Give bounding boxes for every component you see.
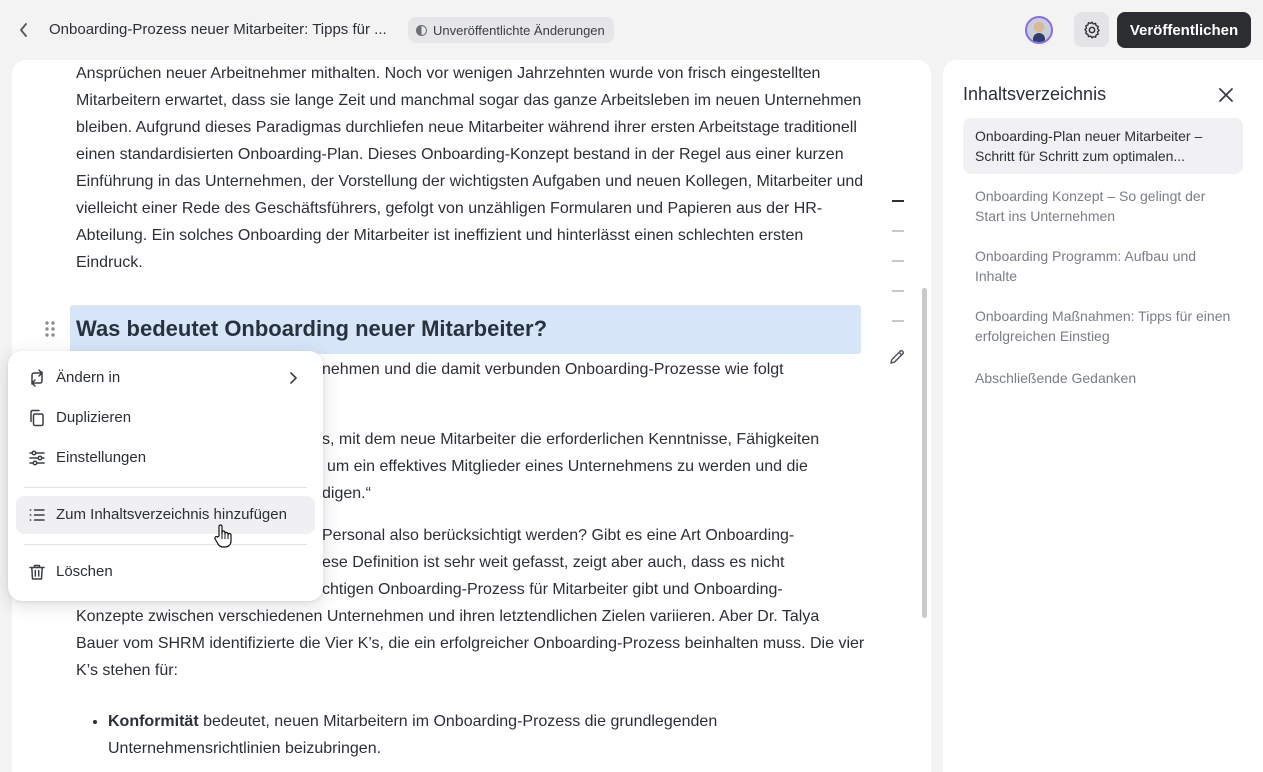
paragraph-line: chtigen Onboarding-Prozess für Mitarbeit…: [322, 581, 783, 598]
top-bar: Onboarding-Prozess neuer Mitarbeiter: Ti…: [0, 0, 1263, 60]
copy-icon: [30, 409, 44, 427]
sliders-icon: [29, 450, 45, 466]
publish-button[interactable]: Veröffentlichen: [1117, 12, 1251, 48]
trash-icon: [29, 564, 45, 580]
toc-item[interactable]: Abschließende Gedanken: [963, 360, 1243, 396]
toc-mark[interactable]: [892, 230, 904, 232]
menu-item-delete[interactable]: Löschen: [16, 553, 315, 591]
toc-title: Inhaltsverzeichnis: [963, 84, 1107, 104]
toc-mark[interactable]: [892, 260, 904, 262]
toc-item[interactable]: Onboarding Programm: Aufbau und Inhalte: [963, 238, 1243, 294]
close-icon: [1219, 88, 1233, 102]
toc-item[interactable]: Onboarding-Plan neuer Mitarbeiter – Schr…: [963, 118, 1243, 174]
menu-item-label: Ändern in: [56, 369, 121, 386]
menu-divider: [24, 544, 307, 545]
paragraph-line: Personal also berücksichtigt werden? Gib…: [322, 527, 795, 544]
list-item-text: bedeutet, neuen Mitarbeitern im Onboardi…: [108, 713, 718, 757]
heading[interactable]: Was bedeutet Onboarding neuer Mitarbeite…: [76, 314, 547, 344]
paragraph[interactable]: Ansprüchen neuer Arbeitnehmer mithalten.…: [76, 60, 866, 276]
toc-item[interactable]: Onboarding Maßnahmen: Tipps für einen er…: [963, 298, 1243, 354]
transform-icon: [31, 369, 43, 387]
block-context-menu: Ändern in Duplizieren Einstellungen Zum …: [8, 351, 323, 601]
paragraph[interactable]: Konzepte zwischen verschiedenen Unterneh…: [76, 603, 866, 684]
selected-heading-block[interactable]: Was bedeutet Onboarding neuer Mitarbeite…: [70, 305, 861, 354]
toc-mark[interactable]: [892, 200, 904, 202]
document-title[interactable]: Onboarding-Prozess neuer Mitarbeiter: Ti…: [49, 21, 387, 38]
paragraph[interactable]: s, mit dem neue Mitarbeiter die erforder…: [322, 426, 866, 507]
settings-button[interactable]: [1074, 12, 1109, 47]
menu-item-add-to-toc[interactable]: Zum Inhaltsverzeichnis hinzufügen: [16, 496, 315, 534]
bold-text: Konformität: [108, 713, 199, 730]
toc-mark[interactable]: [892, 290, 904, 292]
menu-item-label: Duplizieren: [56, 409, 132, 426]
toc-item[interactable]: Onboarding Konzept – So gelingt der Star…: [963, 178, 1243, 234]
close-button[interactable]: [1217, 86, 1235, 104]
paragraph[interactable]: Personal also berücksichtigt werden? Gib…: [322, 522, 866, 603]
half-circle-icon: [416, 24, 427, 36]
status-label: Unveröffentlichte Änderungen: [433, 22, 605, 38]
avatar[interactable]: [1025, 16, 1053, 44]
menu-item-change-to[interactable]: Ändern in: [16, 359, 315, 397]
toc-panel: Inhaltsverzeichnis Onboarding-Plan neuer…: [943, 60, 1263, 772]
paragraph-line: um ein effektives Mitglieder eines Unter…: [327, 458, 808, 475]
menu-item-duplicate[interactable]: Duplizieren: [16, 399, 315, 437]
paragraph[interactable]: nehmen und die damit verbunden Onboardin…: [322, 356, 866, 383]
back-button[interactable]: [14, 20, 34, 40]
paragraph-line: ese Definition ist sehr weit gefasst, ze…: [322, 554, 785, 571]
menu-item-label: Einstellungen: [56, 449, 147, 466]
menu-item-label: Zum Inhaltsverzeichnis hinzufügen: [56, 506, 287, 523]
menu-item-label: Löschen: [56, 563, 113, 580]
paragraph-line: digen.“: [322, 485, 371, 502]
list-item[interactable]: Konformität bedeutet, neuen Mitarbeitern…: [108, 708, 868, 762]
chevron-right-icon: [290, 372, 297, 384]
status-badge: Unveröffentlichte Änderungen: [408, 17, 614, 43]
bullet-list: Konformität bedeutet, neuen Mitarbeitern…: [108, 708, 868, 762]
menu-item-settings[interactable]: Einstellungen: [16, 439, 315, 477]
scrollbar[interactable]: [922, 288, 927, 618]
paragraph-line: s, mit dem neue Mitarbeiter die erforder…: [322, 431, 820, 448]
drag-handle-icon[interactable]: [42, 318, 58, 340]
gear-icon: [1083, 20, 1100, 39]
toc-mark[interactable]: [892, 320, 904, 322]
menu-divider: [24, 487, 307, 488]
list-icon: [29, 509, 45, 521]
pencil-icon[interactable]: [888, 348, 906, 366]
chevron-left-icon: [20, 23, 27, 37]
